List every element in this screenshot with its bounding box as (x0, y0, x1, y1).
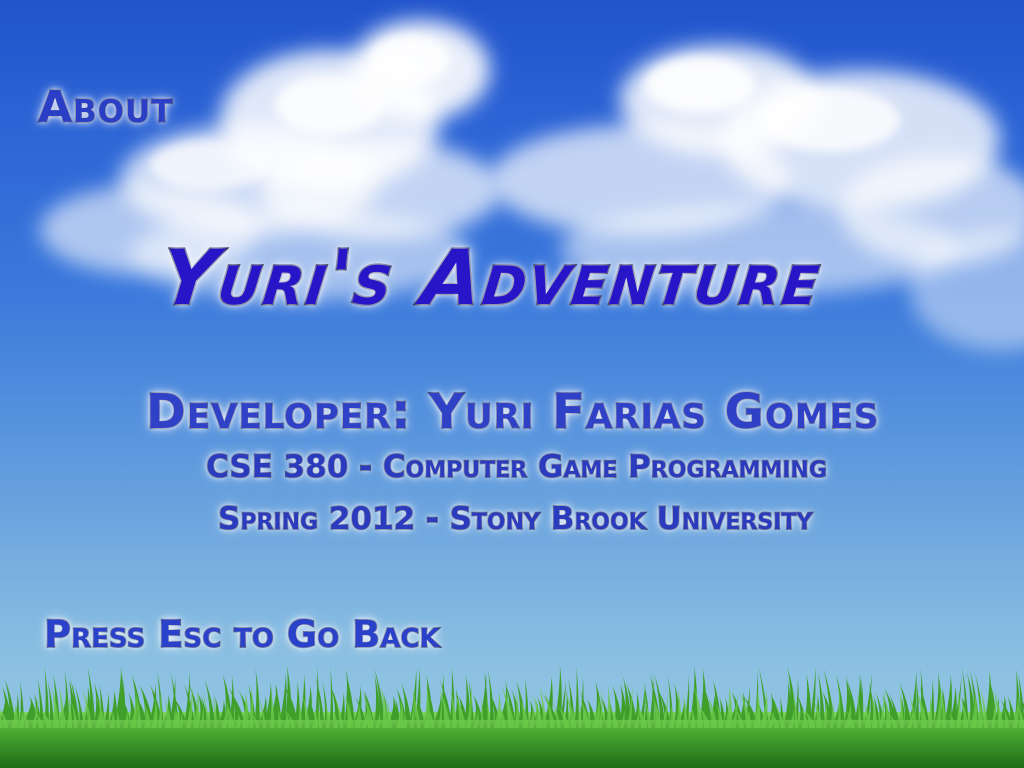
screen-title: About (37, 82, 174, 133)
back-hint-label: Press Esc to Go Back (43, 613, 440, 656)
about-screen: About Yuri's Adventure Developer: Yuri F… (0, 0, 1024, 768)
grass-ground (0, 665, 1024, 768)
game-title-logo: Yuri's Adventure (156, 232, 827, 324)
developer-credit: Developer: Yuri Farias Gomes (145, 384, 880, 440)
term-credit: Spring 2012 - Stony Brook University (217, 501, 813, 537)
course-credit: CSE 380 - Computer Game Programming (205, 449, 827, 485)
